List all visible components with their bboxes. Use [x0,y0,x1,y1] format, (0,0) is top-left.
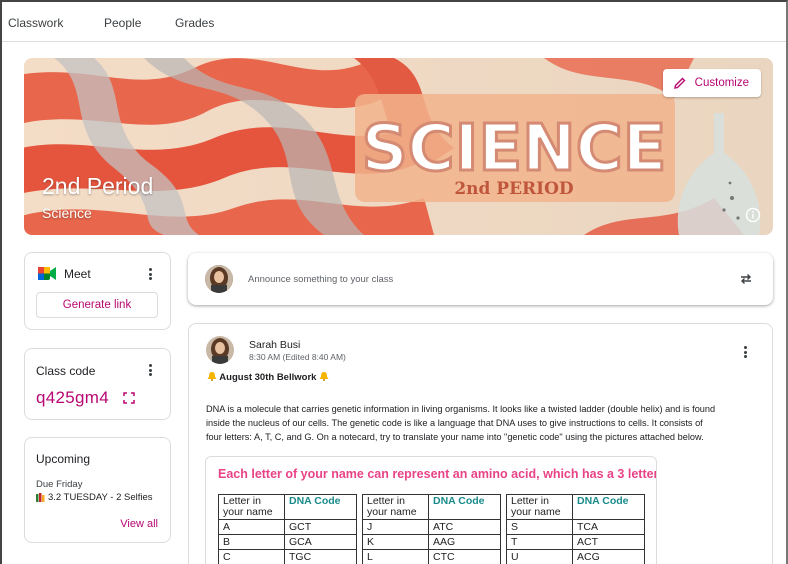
table-cell: J [362,519,429,535]
class-code-more-icon[interactable] [143,362,157,378]
repost-icon[interactable] [738,271,754,287]
table-cell: S [506,519,573,535]
post-body: DNA is a molecule that carries genetic i… [206,402,761,444]
top-navigation: Classwork People Grades [2,2,786,42]
customize-label: Customize [694,77,749,89]
generate-link-button[interactable]: Generate link [36,292,158,318]
post-author-avatar [206,336,234,364]
view-all-link[interactable]: View all [120,518,158,530]
banner-art-word: SCIENCE [362,112,667,186]
upcoming-card: Upcoming Due Friday 3.2 TUESDAY - 2 Self… [24,437,171,543]
upcoming-due: Due Friday [36,479,83,490]
class-code-label: Class code [36,364,96,378]
post-body-line: inside the nucleus of our cells. The gen… [206,418,703,428]
table-cell: K [362,534,429,550]
banner-art: SCIENCE 2nd PERIOD [24,58,773,235]
tab-classwork[interactable]: Classwork [8,16,63,30]
pencil-icon [673,77,686,89]
attached-image[interactable]: Each letter of your name can represent a… [205,456,657,564]
fullscreen-icon[interactable] [123,392,135,404]
table-cell: L [362,549,429,564]
post-title: August 30th Bellwork [219,372,317,383]
tab-grades[interactable]: Grades [175,16,214,30]
table-cell: T [506,534,573,550]
dna-table: Letter in your name DNA Code S TCA T ACT UA… [506,494,645,564]
banner-art-subtitle: 2nd PERIOD [454,179,574,199]
table-cell: ACG [572,549,645,564]
stream-post: Sarah Busi 8:30 AM (Edited 8:40 AM) Augu… [188,323,773,564]
bell-icon [319,372,329,381]
table-cell: GCT [284,519,357,535]
table-cell: C [218,549,285,564]
info-icon[interactable] [745,207,761,223]
meet-icon [38,267,56,280]
table-cell: B [218,534,285,550]
teacher-avatar [205,265,233,293]
table-cell: A [218,519,285,535]
upcoming-item-label: 3.2 TUESDAY - 2 Selfies [48,492,153,503]
table-cell: GCA [284,534,357,550]
col-letter: Letter in your name [218,494,285,520]
class-code-card: Class code q425gm4 [24,348,171,420]
table-cell: ATC [428,519,501,535]
upcoming-label: Upcoming [36,452,91,466]
table-cell: CTC [428,549,501,564]
meet-label: Meet [64,267,91,281]
image-heading: Each letter of your name can represent a… [218,467,657,481]
tab-people[interactable]: People [104,16,141,30]
col-dna-code: DNA Code [284,494,357,520]
class-banner: SCIENCE 2nd PERIOD Customize 2nd Period … [24,58,773,235]
table-cell: ACT [572,534,645,550]
announce-box[interactable]: Announce something to your class [188,253,773,305]
post-time: 8:30 AM (Edited 8:40 AM) [249,352,346,362]
post-author: Sarah Busi [249,339,301,351]
post-more-icon[interactable] [738,344,752,360]
announce-placeholder: Announce something to your class [248,274,394,285]
class-subject: Science [42,205,92,221]
class-title: 2nd Period [42,173,154,199]
upcoming-item[interactable]: 3.2 TUESDAY - 2 Selfies [36,492,153,503]
col-dna-code: DNA Code [428,494,501,520]
table-cell: TCA [572,519,645,535]
class-code-value: q425gm4 [36,388,109,407]
col-dna-code: DNA Code [572,494,645,520]
meet-more-icon[interactable] [143,266,157,282]
col-letter: Letter in your name [362,494,429,520]
table-cell: AAG [428,534,501,550]
table-cell: U [506,549,573,564]
table-cell: TGC [284,549,357,564]
dna-table: Letter in your name DNA Code A GCT B GCA CT… [218,494,357,564]
dna-table: Letter in your name DNA Code J ATC K AAG LC… [362,494,501,564]
col-letter: Letter in your name [506,494,573,520]
books-icon [36,493,45,502]
post-title-line: August 30th Bellwork [207,371,329,383]
bell-icon [207,372,217,381]
meet-card: Meet Generate link [24,252,171,330]
post-body-line: four letters: A, T, C, and G. On a notec… [206,432,704,442]
customize-button[interactable]: Customize [662,69,761,97]
post-body-line: DNA is a molecule that carries genetic i… [206,404,716,414]
